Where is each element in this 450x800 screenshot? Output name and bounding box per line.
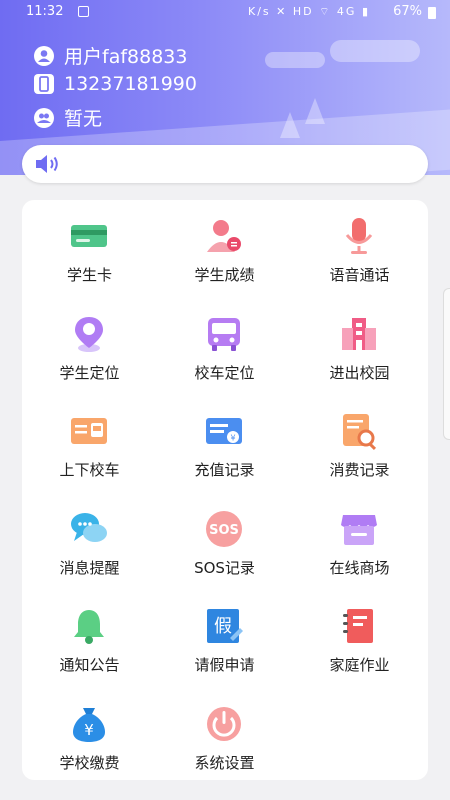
svg-text:假: 假 [214,616,232,637]
menu-item-label: 进出校园 [329,363,390,382]
consumption-search-icon [339,411,379,451]
feature-grid: 学生卡 学生成绩 语音通话学生定位 校车定位 进出校园上下校车 ¥ 充值记录 消费记录消息提醒… [22,200,428,780]
menu-item-label: 通知公告 [59,656,120,674]
menu-item-8[interactable]: 消费记录 [292,395,427,492]
cloud-decoration [265,52,325,68]
leave-request-icon: 假 [204,606,244,646]
menu-item-label: 学生成绩 [194,266,255,284]
menu-item-11[interactable]: 在线商场 [292,493,427,590]
menu-item-2[interactable]: 语音通话 [292,200,427,297]
menu-item-5[interactable]: 进出校园 [292,298,427,395]
user-name-row: 用户faf88833 [34,42,187,69]
menu-item-13[interactable]: 假请假申请 [157,590,292,687]
menu-item-label: 语音通话 [329,266,390,284]
battery-icon [428,7,436,19]
microphone-icon [339,216,379,256]
menu-item-label: 系统设置 [194,753,255,772]
system-status-icons: K/s ✕ HD ⌔ 4G ▮ [247,5,370,18]
tree-decoration [305,98,325,124]
menu-item-label: 家庭作业 [329,656,390,674]
student-grades-icon [204,216,244,256]
sos-icon: SOS [204,509,244,549]
homework-book-icon [339,606,379,646]
menu-item-label: 消息提醒 [59,558,120,577]
menu-item-label: 消费记录 [329,461,390,479]
bell-icon [69,606,109,646]
bus-ticket-icon [69,411,109,451]
phone-icon [34,74,54,94]
menu-item-label: 学生卡 [66,266,112,284]
extra-info: 暂无 [64,108,103,130]
tree-decoration [280,112,300,138]
phone-number: 13237181990 [64,73,197,95]
menu-item-label: SOS记录 [194,558,255,577]
money-bag-icon: ¥ [69,704,109,744]
bus-icon [204,314,244,354]
menu-item-9[interactable]: 消息提醒 [22,493,157,590]
menu-item-1[interactable]: 学生成绩 [157,200,292,297]
menu-item-0[interactable]: 学生卡 [22,200,157,297]
menu-item-label: 学生定位 [59,363,120,382]
group-icon [34,107,54,128]
chat-bubbles-icon [69,509,109,549]
speaker-icon [36,155,58,173]
battery-percentage: 67% [393,4,422,19]
recharge-icon: ¥ [204,411,244,451]
menu-item-10[interactable]: SOS SOS记录 [157,493,292,590]
menu-item-6[interactable]: 上下校车 [22,395,157,492]
menu-item-label: 在线商场 [329,558,390,577]
menu-item-label: 上下校车 [59,461,120,479]
svg-text:SOS: SOS [209,523,239,538]
menu-item-label: 充值记录 [194,461,255,479]
extra-info-row: 暂无 [34,104,102,131]
menu-item-label: 请假申请 [194,656,255,674]
menu-item-3[interactable]: 学生定位 [22,298,157,395]
app-notification-icon [78,6,89,17]
menu-item-15[interactable]: ¥ 学校缴费 [22,688,157,785]
power-settings-icon [204,704,244,744]
user-icon [34,45,54,66]
cloud-decoration [330,40,420,62]
status-bar: 11:32 K/s ✕ HD ⌔ 4G ▮ 67% [0,0,450,24]
svg-text:¥: ¥ [84,721,94,739]
student-card-icon [69,216,109,256]
school-building-icon [339,314,379,354]
menu-item-7[interactable]: ¥ 充值记录 [157,395,292,492]
status-time: 11:32 [26,4,64,19]
menu-item-label: 学校缴费 [59,753,120,772]
location-pin-icon [69,314,109,354]
announcement-bar[interactable] [22,145,428,183]
menu-item-4[interactable]: 校车定位 [157,298,292,395]
user-name: 用户faf88833 [64,46,188,68]
side-drawer-handle[interactable] [443,288,450,440]
svg-text:¥: ¥ [230,434,235,443]
menu-item-14[interactable]: 家庭作业 [292,590,427,687]
phone-row: 13237181990 [34,73,197,95]
menu-item-label: 校车定位 [194,363,255,382]
menu-item-16[interactable]: 系统设置 [157,688,292,785]
menu-item-12[interactable]: 通知公告 [22,590,157,687]
store-icon [339,509,379,549]
